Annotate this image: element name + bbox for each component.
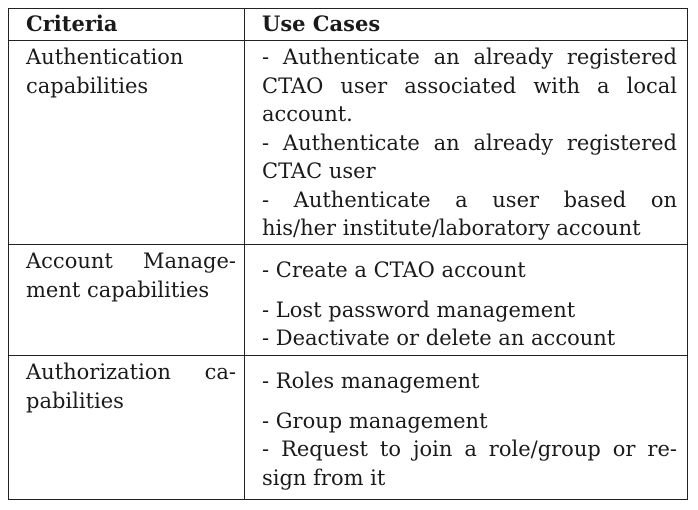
criteria-line: capabilities — [26, 73, 149, 98]
use-case-line: sign from it — [262, 465, 386, 490]
use-case-line: - Request to join a role/group or re- — [262, 437, 677, 461]
use-case-line: his/her institute/laboratory account — [262, 216, 641, 240]
criteria-cell: Account Manage- ment capabilities — [9, 245, 245, 355]
use-case-line: - Deactivate or delete an account — [262, 326, 616, 350]
use-case-line: account. — [262, 102, 353, 126]
criteria-line: ment capabilities — [26, 277, 210, 302]
use-case-line: - Authenticate an already registered — [262, 45, 677, 69]
header-criteria: Criteria — [9, 9, 245, 40]
header-use-cases: Use Cases — [262, 11, 381, 36]
use-case-line: CTAO user associated with a local — [262, 73, 677, 98]
table-row-authentication: Authentication capabilities - Authentica… — [9, 41, 687, 245]
use-case-line: - Create a CTAO account — [262, 258, 526, 282]
table-row-account-management: Account Manage- ment capabilities - Crea… — [9, 245, 687, 356]
criteria-cell: Authorization ca- pabilities — [9, 356, 245, 499]
criteria-line: Account Manage- — [26, 249, 236, 273]
criteria-use-cases-table: Criteria Use Cases Authentication capabi… — [8, 8, 688, 500]
use-case-line: - Authenticate an already registered — [262, 130, 677, 155]
table-header-row: Criteria Use Cases — [9, 9, 687, 41]
table-row-authorization: Authorization ca- pabilities - Roles man… — [9, 356, 687, 499]
use-cases-cell: - Create a CTAO account - Lost password … — [245, 245, 687, 355]
criteria-line: pabilities — [26, 388, 124, 413]
use-case-line: - Roles management — [262, 369, 480, 393]
use-case-line: - Lost password management — [262, 297, 576, 322]
use-case-line: - Authenticate a user based on — [262, 187, 677, 212]
criteria-line: Authentication — [26, 45, 184, 69]
use-cases-cell: - Authenticate an already registered CTA… — [245, 41, 687, 244]
criteria-cell: Authentication capabilities — [9, 41, 245, 244]
use-case-line: CTAC user — [262, 159, 376, 183]
use-cases-cell: - Roles management - Group management - … — [245, 356, 687, 499]
use-case-line: - Group management — [262, 408, 488, 433]
criteria-line: Authorization ca- — [26, 360, 236, 384]
